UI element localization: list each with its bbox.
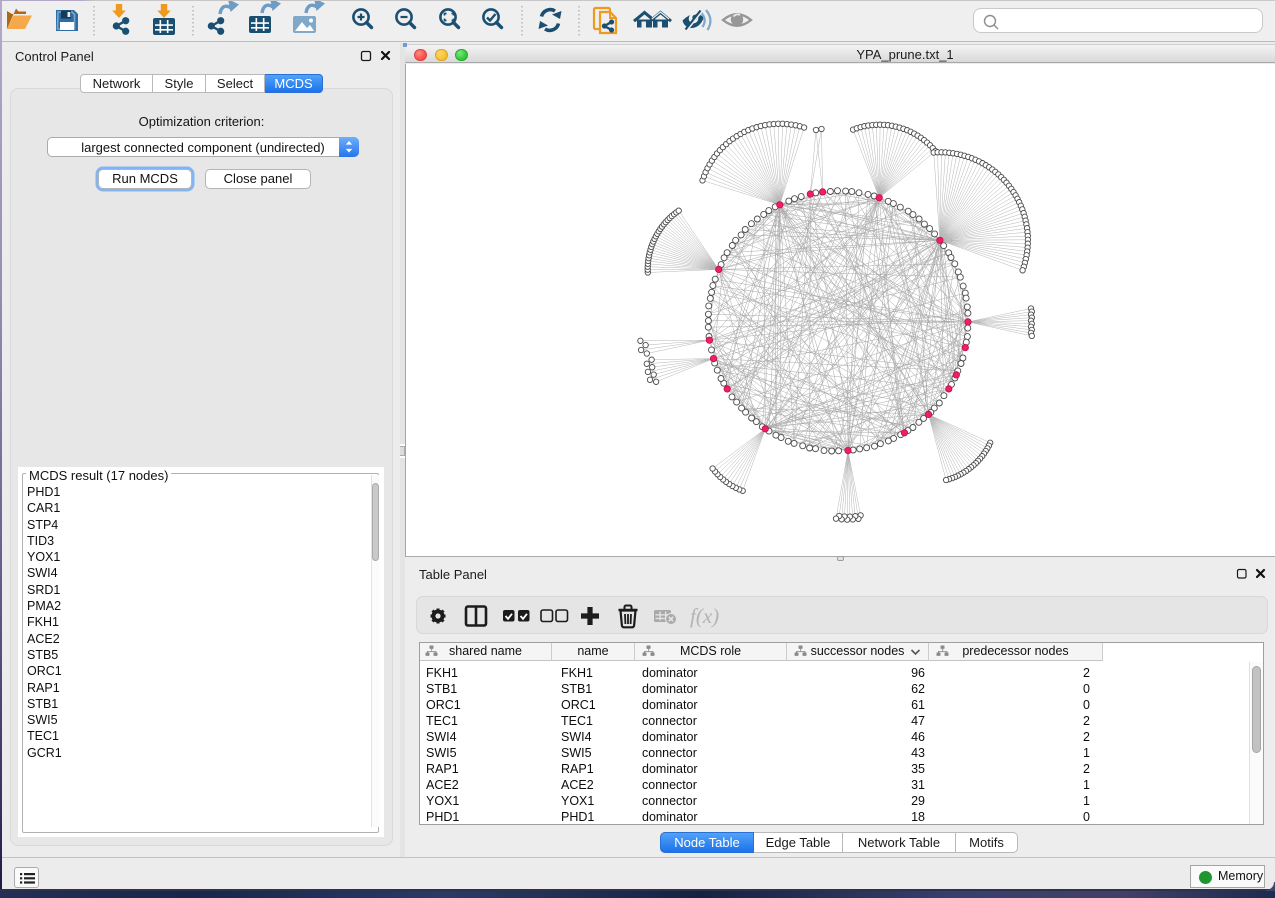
svg-text:f(x): f(x) xyxy=(690,604,719,628)
